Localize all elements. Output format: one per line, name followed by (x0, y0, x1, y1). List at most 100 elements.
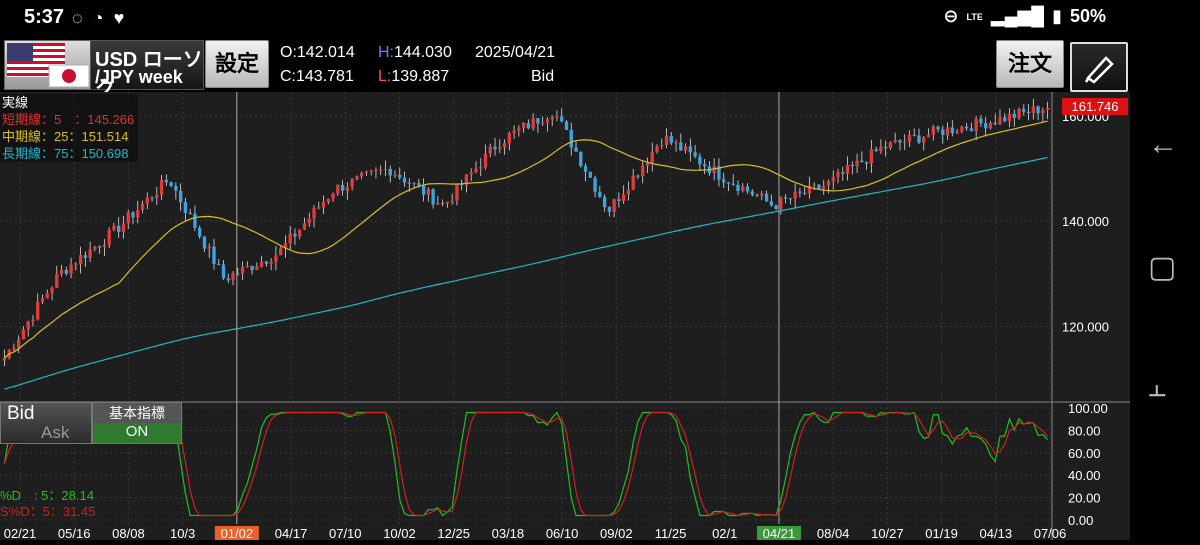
candle-body (26, 321, 30, 330)
candle-body (626, 189, 631, 195)
candle-body (255, 266, 259, 271)
candle-body (402, 177, 407, 183)
candle-body (931, 126, 935, 135)
candle-body (164, 180, 169, 183)
candle-body (512, 130, 516, 134)
high-price: H:144.030 (378, 44, 452, 61)
candle-body (1036, 106, 1040, 114)
candle-body (21, 329, 26, 340)
close-price: C:143.781 (280, 68, 354, 85)
legend-long-ma: 長期線：75：150.698 (2, 146, 129, 161)
candle-body (631, 175, 635, 190)
us-japan-flag-icon (7, 43, 90, 88)
candle-body (893, 140, 897, 143)
price-tick-label: 120.000 (1062, 319, 1109, 334)
candle-body (240, 266, 245, 274)
indicator-toggle-button[interactable]: 基本指標 ON (92, 402, 182, 444)
candle-body (264, 261, 269, 264)
candle-body (860, 160, 864, 163)
recents-icon[interactable]: ⫠ (1148, 370, 1166, 404)
chart-background (0, 92, 1130, 540)
candle-body (193, 213, 197, 228)
status-icons-right: ⊖ LTE ▂▄▆█ ▮ 50% (943, 6, 1106, 27)
candle-body (984, 123, 988, 129)
candle-body (269, 262, 273, 264)
candle-body (469, 172, 473, 175)
currency-flags[interactable] (4, 40, 92, 90)
candle-body (779, 197, 783, 209)
currency-pair-selector[interactable]: USD ローソク /JPY week (90, 40, 204, 100)
candle-body (941, 129, 945, 135)
candle-body (736, 184, 740, 192)
battery-icon: ▮ (1052, 6, 1062, 26)
candle-body (298, 229, 302, 237)
candle-body (374, 170, 378, 172)
candle-body (650, 151, 654, 163)
draw-tool-button[interactable] (1070, 42, 1128, 92)
battery-level: 50% (1069, 6, 1106, 26)
candle-body (121, 223, 126, 233)
candle-body (1026, 111, 1031, 114)
candle-body (664, 135, 669, 146)
candle-body (602, 196, 607, 208)
candle-body (426, 189, 431, 195)
candle-body (898, 140, 902, 143)
stochastic-legend: %D : 5：28.14 S%D：5：31.45 (0, 488, 95, 520)
candle-body (883, 146, 888, 148)
open-price: O:142.014 (280, 44, 355, 61)
candle-body (1017, 109, 1021, 118)
pen-icon (1084, 56, 1114, 84)
back-icon[interactable]: ← (1148, 128, 1178, 162)
candle-body (564, 121, 569, 130)
candle-body (702, 164, 707, 167)
indicator-label: 基本指標 (109, 405, 165, 421)
candle-body (117, 225, 121, 233)
date-tick-label: 08/08 (112, 526, 145, 540)
order-button[interactable]: 注文 (996, 40, 1064, 88)
candle-body (317, 207, 321, 209)
candle-body (479, 167, 483, 169)
candle-body (379, 169, 383, 171)
candle-body (845, 164, 850, 174)
candle-body (88, 249, 92, 259)
candle-body (641, 165, 645, 177)
candle-body (45, 293, 49, 299)
candle-body (593, 177, 597, 192)
candle-body (150, 197, 154, 199)
bid-button[interactable]: Bid Ask (0, 402, 92, 444)
bar-date: 2025/04/21 (475, 44, 556, 61)
candle-body (83, 255, 88, 259)
candlestick-chart[interactable]: 160.000140.000120.000100.0080.0060.0040.… (0, 92, 1130, 541)
candle-body (440, 203, 445, 205)
candle-body (331, 193, 335, 199)
home-icon[interactable]: ▢ (1148, 250, 1176, 285)
candle-body (126, 212, 130, 224)
date-tick-label: 09/02 (600, 526, 633, 540)
candle-body (445, 201, 450, 204)
candle-body (922, 137, 926, 143)
bid-label: Bid (7, 403, 35, 424)
candle-body (412, 183, 416, 185)
candle-body (369, 170, 373, 172)
settings-button[interactable]: 設定 (205, 40, 269, 88)
candle-body (112, 225, 116, 230)
candle-body (979, 118, 983, 124)
date-tick-label: 04/17 (275, 526, 308, 540)
candle-body (826, 181, 831, 186)
candle-body (698, 156, 702, 165)
pair-bottom-label: /JPY week (95, 67, 183, 87)
candle-body (903, 141, 907, 143)
chart-area[interactable]: 160.000 140.000 120.000 100.00 80.00 60.00 40.… (0, 92, 1130, 541)
candle-body (1012, 113, 1016, 118)
system-nav-bar: ← ▢ ⫠ (1130, 0, 1200, 540)
candle-body (307, 218, 311, 224)
status-time: 5:37 (24, 6, 65, 28)
date-tick-label: 10/3 (170, 526, 195, 540)
candle-body (917, 135, 921, 143)
candle-body (59, 269, 64, 274)
bid-ask-toggle: Bid Ask 基本指標 ON (0, 402, 182, 444)
candle-body (140, 203, 145, 211)
candle-body (221, 264, 226, 279)
candle-body (669, 135, 673, 143)
candle-body (588, 171, 592, 178)
